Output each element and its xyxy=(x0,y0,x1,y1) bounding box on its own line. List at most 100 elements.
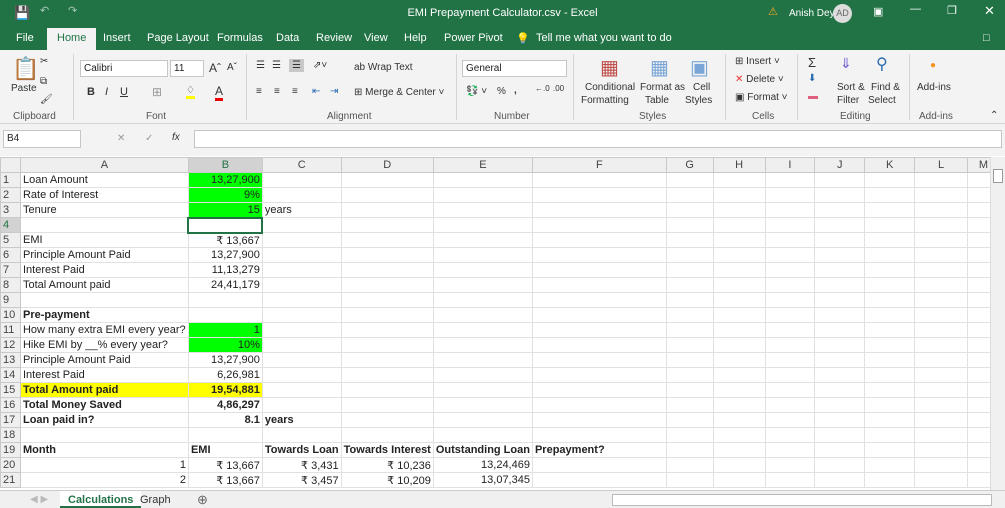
cell[interactable]: years xyxy=(261,412,342,428)
cell[interactable]: 13,07,345 xyxy=(432,472,533,488)
user-name[interactable]: Anish Dey xyxy=(789,8,835,19)
cell[interactable] xyxy=(914,382,968,398)
cell[interactable] xyxy=(340,412,434,428)
cell[interactable] xyxy=(261,232,342,248)
accounting-format-icon[interactable]: 💱 ˅ xyxy=(466,86,487,97)
cell[interactable] xyxy=(914,202,968,218)
cell[interactable] xyxy=(864,442,916,458)
sheet-nav-arrows[interactable]: ◀ ▶ xyxy=(30,494,48,505)
cell[interactable] xyxy=(340,427,434,443)
align-right-icon[interactable]: ≡ xyxy=(292,86,298,97)
cell[interactable] xyxy=(914,307,968,323)
cell[interactable] xyxy=(432,382,533,398)
increase-indent-icon[interactable]: ⇥ xyxy=(330,86,338,97)
cell[interactable]: 8.1 xyxy=(187,412,263,428)
cell[interactable] xyxy=(814,247,866,263)
cell[interactable] xyxy=(340,307,434,323)
cell[interactable] xyxy=(432,277,533,293)
align-middle-icon[interactable]: ☰ xyxy=(272,60,281,71)
cell[interactable] xyxy=(340,217,434,233)
comma-icon[interactable]: , xyxy=(514,85,517,96)
formula-input[interactable] xyxy=(194,130,1002,148)
cell[interactable] xyxy=(432,412,533,428)
cancel-icon[interactable]: ✕ xyxy=(117,133,125,144)
cell[interactable] xyxy=(914,172,968,188)
close-button[interactable]: ✕ xyxy=(984,3,995,19)
cell[interactable]: 19,54,881 xyxy=(187,382,263,398)
cell[interactable] xyxy=(814,322,866,338)
row-header[interactable]: 10 xyxy=(0,307,21,323)
cell[interactable]: ₹ 10,209 xyxy=(340,472,434,488)
cell[interactable] xyxy=(764,472,816,488)
copy-icon[interactable]: ⧉ xyxy=(40,76,47,87)
cell[interactable] xyxy=(531,352,667,368)
cell[interactable] xyxy=(261,337,342,353)
cell[interactable] xyxy=(665,292,714,308)
find-select-label[interactable]: Select xyxy=(868,95,896,106)
cell[interactable] xyxy=(914,232,968,248)
cell[interactable]: Principle Amount Paid xyxy=(19,247,189,263)
orientation-icon[interactable]: ⇗˅ xyxy=(313,60,327,71)
cell[interactable] xyxy=(864,292,916,308)
cell[interactable] xyxy=(261,187,342,203)
cell[interactable]: Outstanding Loan xyxy=(432,442,533,458)
cell[interactable] xyxy=(261,427,342,443)
cell[interactable] xyxy=(261,262,342,278)
tab-power-pivot[interactable]: Power Pivot xyxy=(444,32,503,44)
clear-icon[interactable]: ▬ xyxy=(808,91,818,102)
cell[interactable] xyxy=(864,352,916,368)
cell[interactable] xyxy=(432,262,533,278)
fill-icon[interactable]: ⬇ xyxy=(808,73,816,84)
cell[interactable] xyxy=(764,337,816,353)
add-sheet-button[interactable]: ⊕ xyxy=(197,492,208,508)
comments-icon[interactable]: □ xyxy=(983,32,990,44)
cell[interactable] xyxy=(531,232,667,248)
cell[interactable] xyxy=(712,367,766,383)
cell[interactable] xyxy=(665,367,714,383)
cell[interactable] xyxy=(340,292,434,308)
cell[interactable] xyxy=(432,232,533,248)
cell[interactable] xyxy=(914,472,968,488)
row-header[interactable]: 12 xyxy=(0,337,21,353)
tab-help[interactable]: Help xyxy=(404,32,427,44)
autosum-icon[interactable]: Σ xyxy=(808,55,816,70)
cell[interactable] xyxy=(764,187,816,203)
cell[interactable] xyxy=(340,262,434,278)
font-color-icon[interactable]: A xyxy=(215,84,224,101)
cell[interactable] xyxy=(665,397,714,413)
cell[interactable] xyxy=(432,427,533,443)
tab-data[interactable]: Data xyxy=(276,32,299,44)
format-cells-button[interactable]: ▣ Format ˅ xyxy=(735,92,788,103)
cell[interactable]: Loan Amount xyxy=(19,172,189,188)
tab-formulas[interactable]: Formulas xyxy=(217,32,263,44)
cell[interactable]: ₹ 13,667 xyxy=(187,472,263,488)
cell[interactable]: Interest Paid xyxy=(19,367,189,383)
cell[interactable] xyxy=(665,457,714,473)
cell[interactable] xyxy=(712,472,766,488)
row-header[interactable]: 20 xyxy=(0,457,21,473)
cell[interactable] xyxy=(914,277,968,293)
italic-button[interactable]: I xyxy=(105,86,108,98)
cell[interactable] xyxy=(814,232,866,248)
cell[interactable] xyxy=(19,292,189,308)
underline-button[interactable]: U xyxy=(120,86,128,98)
cell[interactable] xyxy=(19,217,189,233)
column-header[interactable]: C xyxy=(261,157,342,173)
cell[interactable]: ₹ 13,667 xyxy=(187,232,263,248)
column-header[interactable]: D xyxy=(340,157,434,173)
cell[interactable]: years xyxy=(261,202,342,218)
cell[interactable] xyxy=(712,427,766,443)
cell[interactable]: Pre-payment xyxy=(19,307,189,323)
row-header[interactable]: 1 xyxy=(0,172,21,188)
bold-button[interactable]: B xyxy=(87,86,95,98)
cell[interactable] xyxy=(712,382,766,398)
row-header[interactable]: 3 xyxy=(0,202,21,218)
conditional-formatting-button[interactable]: Conditional xyxy=(585,82,635,93)
collapse-ribbon-icon[interactable]: ⌃ xyxy=(990,110,998,121)
cell[interactable] xyxy=(531,322,667,338)
cell[interactable] xyxy=(531,217,667,233)
cell[interactable] xyxy=(432,187,533,203)
cell[interactable] xyxy=(665,187,714,203)
cell[interactable] xyxy=(665,352,714,368)
cell[interactable] xyxy=(712,352,766,368)
